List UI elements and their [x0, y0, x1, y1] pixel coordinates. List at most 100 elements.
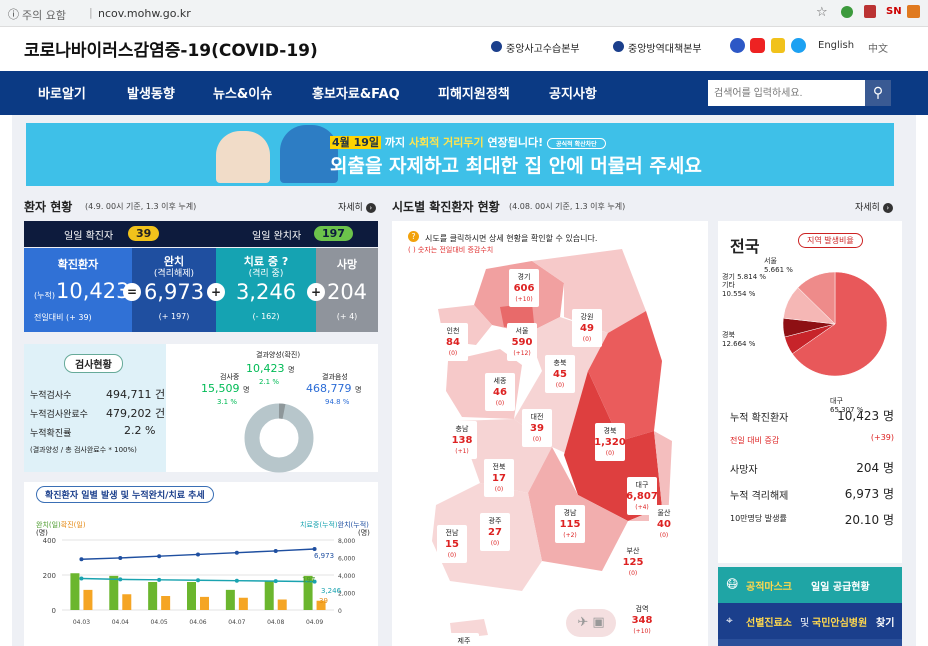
- released-box[interactable]: 완치 (격리해제) 6,973 (+ 197): [132, 248, 216, 332]
- ratio-button[interactable]: 지역 발생비율: [798, 233, 863, 248]
- link-central-headquarters[interactable]: 중앙사고수습본부: [506, 40, 580, 55]
- map-label[interactable]: 울산 40 (0): [649, 505, 679, 543]
- map-label[interactable]: 제주12(0): [449, 633, 479, 646]
- national-stat-value: 20.10 명: [844, 513, 894, 527]
- youtube-icon[interactable]: [750, 38, 765, 53]
- map-label[interactable]: 검역 348 (+10): [627, 601, 657, 639]
- clinic-rest: 찾기: [876, 618, 895, 629]
- map-label[interactable]: 광주 27 (0): [480, 513, 510, 551]
- mask-supply-button[interactable]: 😷 공적마스크 일일 공급현황: [718, 567, 902, 603]
- banner-headline: 외출을 자제하고 최대한 집 안에 머물러 주세요: [330, 155, 702, 177]
- line-point: [273, 579, 278, 584]
- clinic-hl2: 국민안심병원: [812, 618, 868, 629]
- map-label[interactable]: 대전 39 (0): [522, 409, 552, 447]
- treating-box[interactable]: 치료 중 ? (격리 중) 3,246 (- 162): [216, 248, 316, 332]
- facebook-icon[interactable]: [730, 38, 745, 53]
- region-value: 84: [446, 337, 460, 348]
- line-point: [157, 577, 162, 582]
- map-label[interactable]: 부산 125 (0): [618, 543, 648, 581]
- main-nav: 바로알기 발생동향 뉴스&이슈 홍보자료&FAQ 피해지원정책 공지사항 ⚲: [0, 71, 928, 115]
- region-delta: (0): [606, 450, 615, 457]
- site-title[interactable]: 코로나바이러스감염증-19(COVID-19): [24, 36, 318, 61]
- region-name: 전남: [446, 528, 459, 537]
- x-tick: 04.09: [306, 619, 323, 626]
- map-label[interactable]: 전남 15 (0): [437, 525, 467, 563]
- region-value: 1,320: [594, 437, 626, 448]
- map-label[interactable]: 경남 115 (+2): [555, 505, 585, 543]
- national-stat-label: 사망자: [730, 465, 758, 476]
- map-label[interactable]: 경기 606 (+10): [509, 269, 539, 307]
- tests-row-label: 누적검사수: [30, 391, 72, 401]
- star-icon[interactable]: ☆: [816, 5, 828, 20]
- left-tick: 400: [43, 537, 56, 545]
- map-label[interactable]: 충북 45 (0): [545, 355, 575, 393]
- bar-daily-confirmed: [277, 599, 287, 610]
- search-input[interactable]: [708, 80, 865, 106]
- national-stat-value: 6,973 명: [844, 487, 894, 501]
- x-tick: 04.03: [73, 619, 90, 626]
- region-delta: (0): [556, 382, 565, 389]
- link-prevention-headquarters[interactable]: 중앙방역대책본부: [628, 40, 702, 55]
- national-stat-label: 전일 대비 증감: [730, 436, 780, 445]
- extension-icon[interactable]: [841, 6, 853, 18]
- twitter-icon[interactable]: [791, 38, 806, 53]
- next-button-peek[interactable]: [718, 639, 902, 646]
- region-value: 17: [492, 473, 506, 484]
- tests-row-label: 누적검사완료수: [30, 410, 88, 420]
- trend-daily-conf-value: 39: [319, 597, 328, 605]
- tests-row-value: 2.2 %: [124, 424, 156, 437]
- shop-extension-icon[interactable]: [907, 5, 920, 18]
- search-icon[interactable]: ⚲: [865, 80, 891, 106]
- map-label[interactable]: 강원 49 (0): [572, 309, 602, 347]
- info-icon[interactable]: ⓘ: [8, 6, 19, 22]
- line-point: [157, 554, 162, 559]
- right-tick: 6,000: [338, 556, 355, 563]
- distancing-banner[interactable]: 4월 19일 까지 사회적 거리두기 연장됩니다! 공식적 확산차단 외출을 자…: [26, 123, 894, 186]
- map-label[interactable]: 충남 138 (+1): [447, 421, 477, 459]
- confirmed-box[interactable]: 확진환자 (누적) 10,423 전일대비 (+ 39): [24, 248, 132, 332]
- national-stat-value: 10,423 명: [837, 409, 894, 423]
- regions-more-link[interactable]: 자세히 ›: [855, 200, 893, 213]
- quarantine-airport-icon[interactable]: ✈ ▣: [566, 609, 616, 637]
- nav-trends[interactable]: 발생동향: [127, 83, 175, 102]
- region-value: 39: [530, 423, 544, 434]
- region-value: 115: [560, 519, 581, 530]
- nav-notice[interactable]: 공지사항: [549, 83, 597, 102]
- plus-icon: +: [207, 283, 225, 301]
- lang-chinese[interactable]: 中文: [868, 40, 888, 55]
- national-stat-value: 204 명: [856, 461, 894, 475]
- map-label[interactable]: 서울 590 (+12): [507, 323, 537, 361]
- patients-more-link[interactable]: 자세히 ›: [338, 200, 376, 213]
- nav-news[interactable]: 뉴스&이슈: [213, 83, 272, 102]
- map-label[interactable]: 전북 17 (0): [484, 459, 514, 497]
- deaths-box[interactable]: 사망 204 (+ 4): [316, 248, 378, 332]
- bar-daily-confirmed: [161, 596, 171, 610]
- daily-confirmed-label: 일일 확진자: [64, 231, 114, 242]
- mask-hl: 공적마스크: [746, 582, 792, 593]
- nav-about[interactable]: 바로알기: [38, 83, 86, 102]
- blog-icon[interactable]: [771, 38, 785, 53]
- map-label[interactable]: 인천 84 (0): [438, 323, 468, 361]
- daily-released-label: 일일 완치자: [252, 231, 302, 242]
- person-woman-image: [216, 131, 270, 183]
- donut-testing-pct: 3.1 %: [217, 398, 238, 406]
- x-tick: 04.05: [151, 619, 168, 626]
- bar-daily-released: [225, 589, 235, 610]
- donut-positive-slice: [278, 403, 286, 419]
- released-delta: (+ 197): [158, 312, 190, 321]
- site-warning[interactable]: 주의 요함: [22, 7, 66, 23]
- sn-extension[interactable]: SN: [886, 6, 902, 17]
- nav-faq[interactable]: 홍보자료&FAQ: [312, 83, 400, 102]
- map-label[interactable]: 경북 1,320 (0): [594, 423, 626, 461]
- nav-support[interactable]: 피해지원정책: [438, 83, 510, 102]
- donut-ring: [244, 403, 314, 473]
- region-value: 138: [452, 435, 473, 446]
- lang-english[interactable]: English: [818, 40, 854, 51]
- bar-daily-confirmed: [238, 597, 248, 610]
- mask-icon: 😷: [726, 577, 739, 591]
- map-label[interactable]: 세종 46 (0): [485, 373, 515, 411]
- line-point: [118, 577, 123, 582]
- url-text[interactable]: ncov.mohw.go.kr: [98, 7, 191, 20]
- clinic-finder-button[interactable]: ⌖ 선별진료소 및 국민안심병원 찾기: [718, 603, 902, 639]
- pdf-icon[interactable]: [864, 5, 876, 18]
